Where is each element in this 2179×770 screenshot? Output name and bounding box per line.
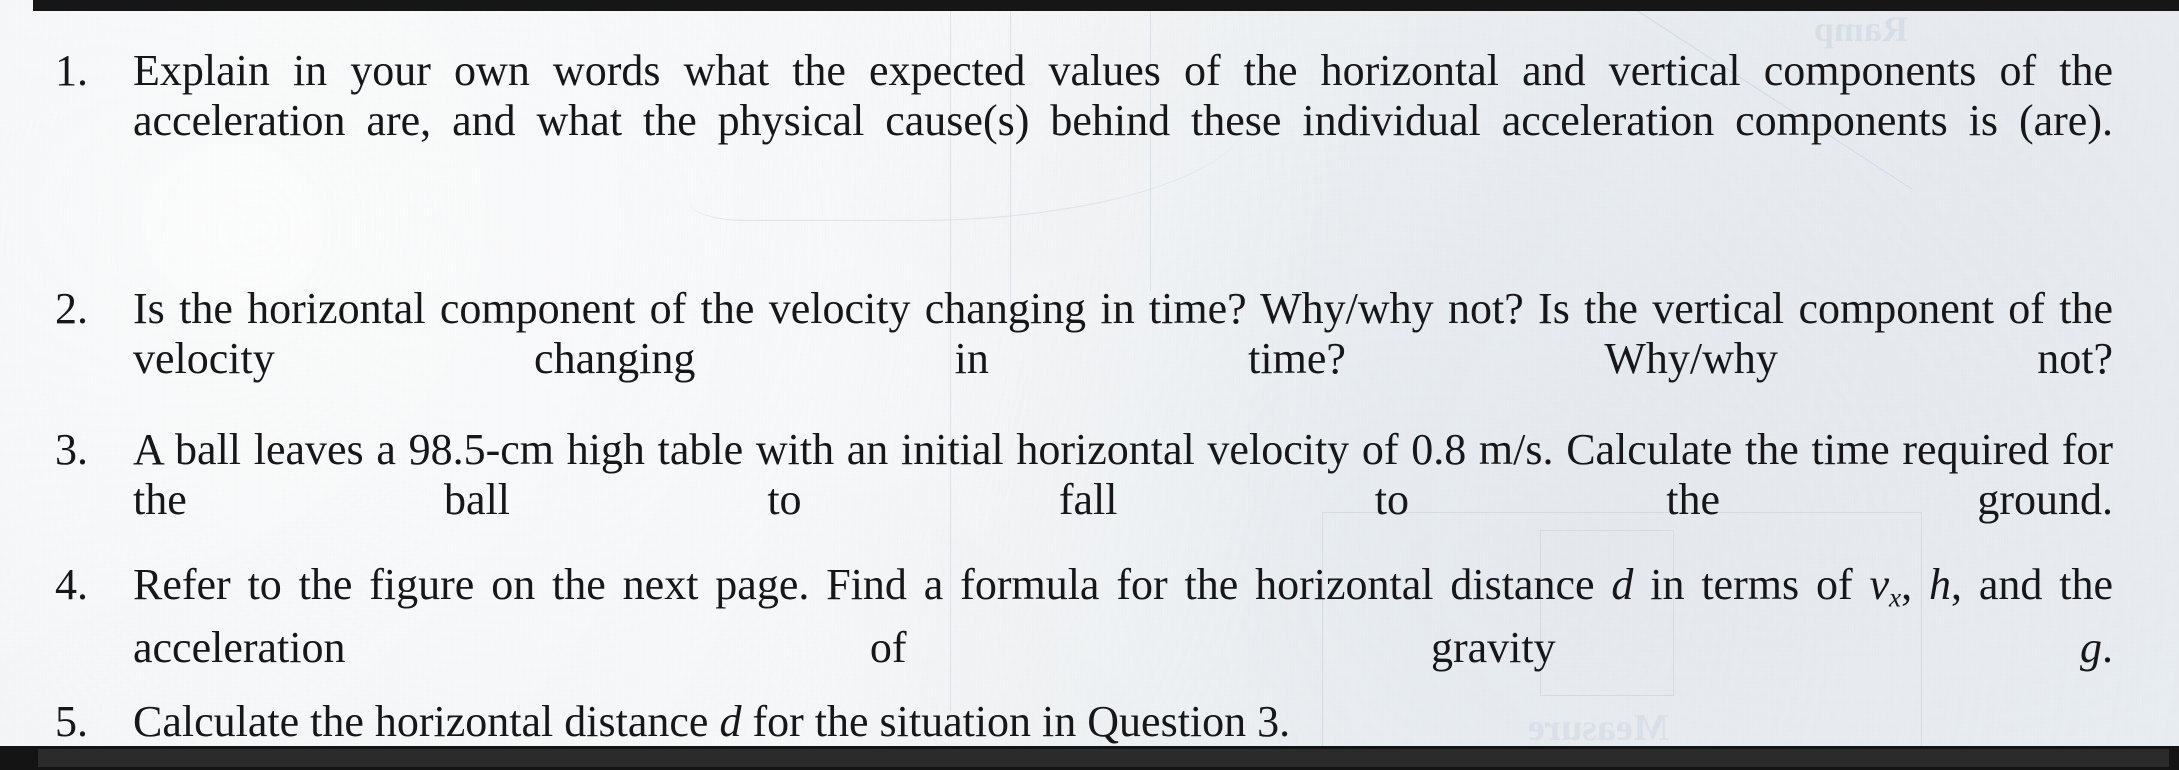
question-number-4: 4. — [55, 560, 88, 609]
question-item-1: 1. Explain in your own words what the ex… — [55, 46, 2113, 196]
math-variable-h: h — [1928, 560, 1951, 609]
scan-bar-top — [33, 0, 2179, 11]
question-number-1: 1. — [55, 46, 88, 95]
question-text-1: Explain in your own words what the expec… — [133, 46, 2113, 145]
question-text-5: Calculate the horizontal distance d for … — [133, 697, 2113, 747]
question-item-2: 2. Is the horizontal component of the ve… — [55, 284, 2113, 434]
q4-after-v-text: , — [1901, 560, 1929, 609]
showthrough-label-ramp: Ramp — [1814, 9, 1909, 49]
scanned-page: Ramp Measure 1. Explain in your own word… — [0, 0, 2179, 770]
question-number-2: 2. — [55, 284, 88, 333]
question-text-2: Is the horizontal component of the veloc… — [133, 284, 2113, 383]
scan-bar-bottom — [0, 746, 2179, 770]
question-item-3: 3. A ball leaves a 98.5-cm high table wi… — [55, 425, 2113, 575]
q5-tail-text: for the situation in Question 3. — [741, 697, 1291, 746]
question-number-5: 5. — [55, 697, 88, 746]
question-item-5: 5. Calculate the horizontal distance d f… — [55, 697, 2113, 747]
question-number-3: 3. — [55, 425, 88, 474]
q4-end-text: . — [2102, 622, 2113, 672]
math-subscript-x: x — [1889, 582, 1902, 613]
question-text-3: A ball leaves a 98.5-cm high table with … — [133, 425, 2113, 524]
math-variable-g: g — [2080, 622, 2102, 672]
math-variable-d: d — [1611, 560, 1634, 609]
q4-mid-text: in terms of — [1633, 560, 1870, 609]
q4-lead-text: Refer to the figure on the next page. Fi… — [133, 560, 1612, 609]
math-variable-d-q5: d — [719, 697, 742, 746]
q5-lead-text: Calculate the horizontal distance — [133, 697, 720, 746]
math-variable-v: v — [1869, 560, 1889, 609]
